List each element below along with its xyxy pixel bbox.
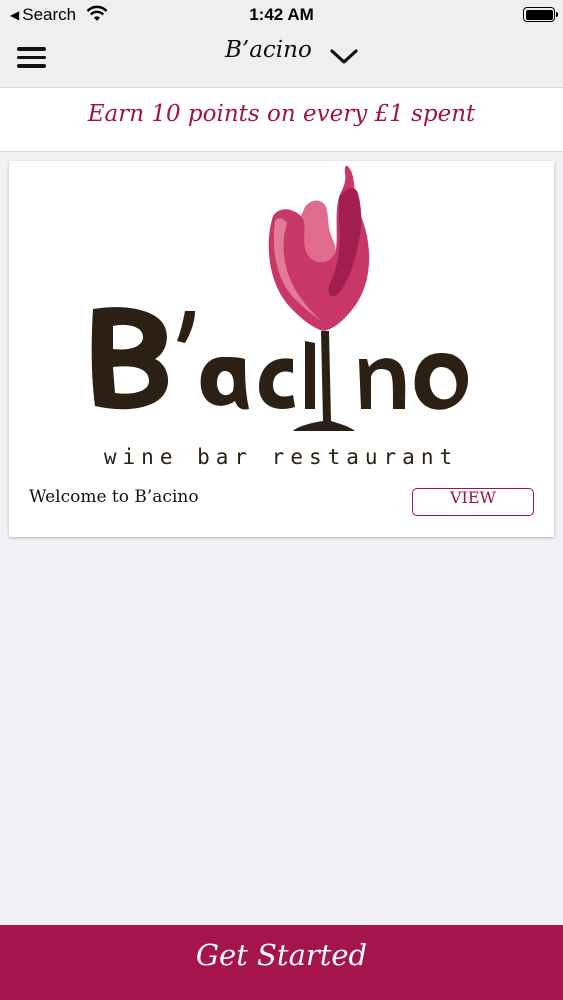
battery-icon: [523, 7, 558, 22]
status-time: 1:42 AM: [249, 5, 314, 24]
page-title: B’acino: [225, 37, 312, 63]
hamburger-icon[interactable]: [17, 47, 46, 68]
nav-bar: B’acino: [0, 30, 563, 88]
chevron-down-icon[interactable]: [329, 46, 359, 66]
card-title: Welcome to B’acino: [29, 487, 199, 507]
venue-card[interactable]: wine bar restaurant Welcome to B’acino V…: [9, 161, 554, 537]
bacino-logo: wine bar restaurant: [91, 165, 469, 469]
status-bar: ◀ Search 1:42 AM: [0, 0, 563, 30]
points-promo: Earn 10 points on every £1 spent: [0, 88, 563, 152]
logo-tagline: wine bar restaurant: [104, 445, 458, 469]
get-started-button[interactable]: Get Started: [0, 925, 563, 1000]
view-button[interactable]: VIEW: [412, 488, 534, 516]
